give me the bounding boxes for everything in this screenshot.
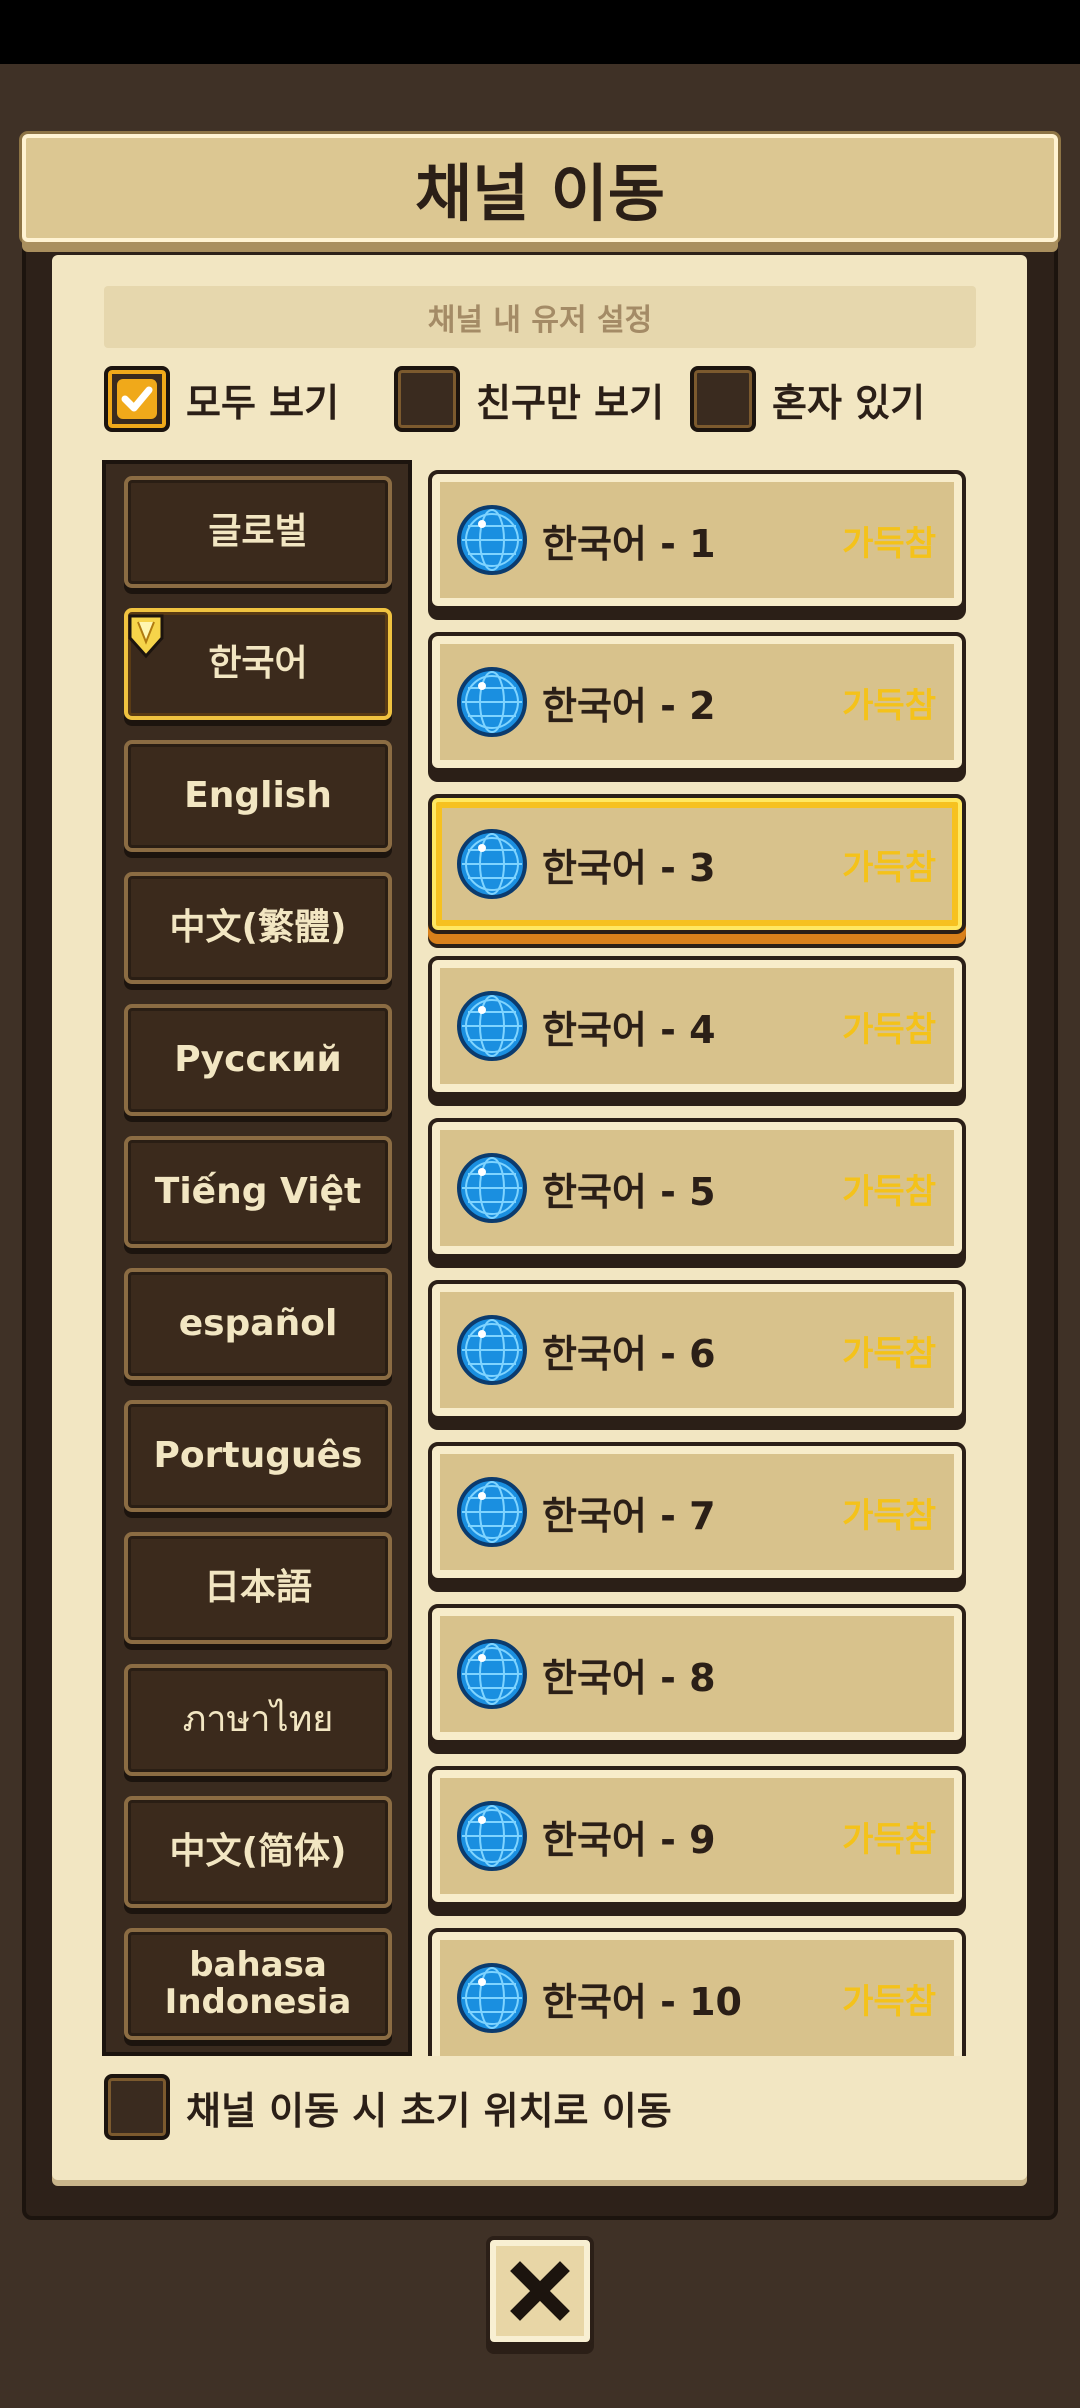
channel-status: 가득참 [842,1819,936,1860]
channel-item-5[interactable]: 한국어 - 5 가득참 [428,1118,966,1258]
language-indonesian[interactable]: bahasa Indonesia [124,1928,392,2040]
language-spanish[interactable]: español [124,1268,392,1380]
language-portuguese[interactable]: Português [124,1400,392,1512]
status-bar [0,0,1080,64]
check-icon [117,379,157,419]
channel-status: 가득참 [842,847,936,888]
checkbox-show-all[interactable] [104,366,170,432]
checkbox-reset-position[interactable] [104,2074,170,2140]
globe-icon [457,1801,527,1871]
filter-row: 모두 보기 친구만 보기 혼자 있기 [104,366,984,438]
channel-name: 한국어 - 4 [542,1007,716,1052]
channel-item-2[interactable]: 한국어 - 2 가득참 [428,632,966,772]
language-chinese-traditional[interactable]: 中文(繁體) [124,872,392,984]
channel-status: 가득참 [842,1495,936,1536]
globe-icon [457,1639,527,1709]
language-thai[interactable]: ภาษาไทย [124,1664,392,1776]
channel-name: 한국어 - 3 [542,845,716,890]
channel-status: 가득참 [842,685,936,726]
channel-name: 한국어 - 7 [542,1493,716,1538]
filter-friends-only[interactable]: 친구만 보기 [394,366,664,432]
channel-name: 한국어 - 8 [542,1655,716,1700]
channel-status: 가득참 [842,1981,936,2022]
channel-item-4[interactable]: 한국어 - 4 가득참 [428,956,966,1096]
language-vietnamese[interactable]: Tiếng Việt [124,1136,392,1248]
channel-status: 가득참 [842,1171,936,1212]
checkbox-friends-only[interactable] [394,366,460,432]
channel-item-7[interactable]: 한국어 - 7 가득참 [428,1442,966,1582]
channel-name: 한국어 - 6 [542,1331,716,1376]
channel-list[interactable]: 한국어 - 1 가득참 한국어 - 2 가득참 한국어 - 3 가득참 한국어 … [424,468,970,2056]
globe-icon [457,1963,527,2033]
language-global[interactable]: 글로벌 [124,476,392,588]
globe-icon [457,667,527,737]
channel-name: 한국어 - 10 [542,1979,742,2024]
channel-item-1[interactable]: 한국어 - 1 가득참 [428,470,966,610]
filter-alone-label: 혼자 있기 [772,380,926,425]
globe-icon [457,829,527,899]
channel-item-3[interactable]: 한국어 - 3 가득참 [428,794,966,934]
gold-badge-icon [128,614,164,659]
reset-position-option[interactable]: 채널 이동 시 초기 위치로 이동 [104,2074,672,2140]
globe-icon [457,505,527,575]
channel-name: 한국어 - 9 [542,1817,716,1862]
channel-name: 한국어 - 5 [542,1169,716,1214]
channel-item-6[interactable]: 한국어 - 6 가득참 [428,1280,966,1420]
title-banner: 채널 이동 [22,134,1058,242]
channel-name: 한국어 - 2 [542,683,716,728]
language-list[interactable]: 글로벌 한국어 English 中文(繁體) Русский Tiếng Việ… [102,460,412,2056]
channel-item-9[interactable]: 한국어 - 9 가득참 [428,1766,966,1906]
channel-item-8[interactable]: 한국어 - 8 [428,1604,966,1744]
channel-status: 가득참 [842,1333,936,1374]
checkbox-alone[interactable] [690,366,756,432]
filter-friends-only-label: 친구만 보기 [476,380,665,425]
channel-status: 가득참 [842,523,936,564]
language-english[interactable]: English [124,740,392,852]
globe-icon [457,1477,527,1547]
reset-position-label: 채널 이동 시 초기 위치로 이동 [186,2088,672,2133]
channel-name: 한국어 - 1 [542,521,716,566]
globe-icon [457,1315,527,1385]
channel-item-10[interactable]: 한국어 - 10 가득참 [428,1928,966,2056]
close-button[interactable] [486,2236,594,2346]
language-russian[interactable]: Русский [124,1004,392,1116]
filter-show-all-label: 모두 보기 [186,380,340,425]
channel-status: 가득참 [842,1009,936,1050]
globe-icon [457,991,527,1061]
filter-alone[interactable]: 혼자 있기 [690,366,925,432]
language-chinese-simplified[interactable]: 中文(简体) [124,1796,392,1908]
user-settings-heading: 채널 내 유저 설정 [104,286,976,348]
language-japanese[interactable]: 日本語 [124,1532,392,1644]
dialog-title: 채널 이동 [415,157,665,230]
globe-icon [457,1153,527,1223]
filter-show-all[interactable]: 모두 보기 [104,366,339,432]
close-icon [510,2261,570,2321]
